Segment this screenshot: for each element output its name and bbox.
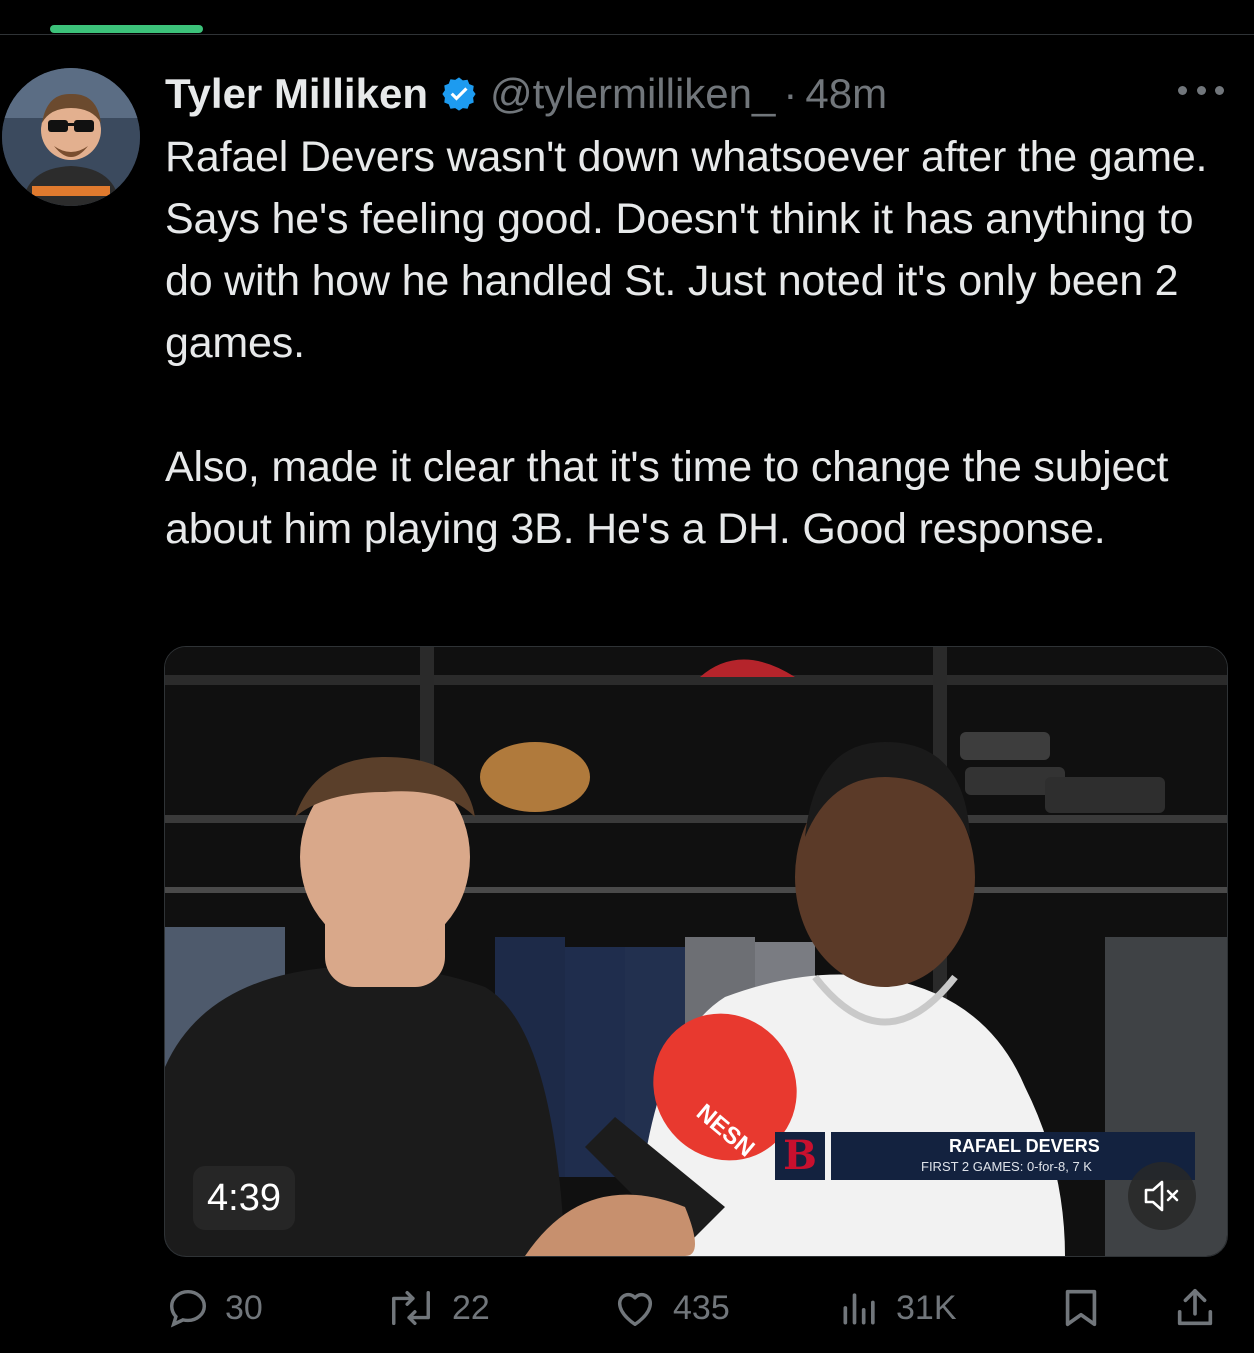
like-button[interactable]: 435 <box>611 1276 730 1340</box>
avatar-image <box>2 68 140 206</box>
team-logo: B <box>775 1132 825 1180</box>
reply-count: 30 <box>225 1288 263 1327</box>
mute-icon <box>1144 1180 1179 1212</box>
repost-button[interactable]: 22 <box>384 1276 490 1340</box>
bookmark-button[interactable] <box>1058 1276 1118 1340</box>
verified-badge-icon <box>440 75 478 113</box>
author-handle[interactable]: @tylermilliken_ <box>490 70 775 118</box>
repost-count: 22 <box>452 1288 490 1327</box>
tweet-header: Tyler Milliken @tylermilliken_ · 48m <box>165 66 887 122</box>
top-divider <box>0 34 1254 35</box>
bookmark-icon <box>1065 1289 1097 1327</box>
avatar[interactable] <box>2 68 140 206</box>
views-button[interactable]: 31K <box>838 1276 957 1340</box>
player-stat-line: FIRST 2 GAMES: 0-for-8, 7 K <box>921 1159 1092 1174</box>
reply-button[interactable]: 30 <box>165 1276 263 1340</box>
author-name[interactable]: Tyler Milliken <box>165 70 428 118</box>
video-player[interactable]: NESN B RAFAEL DEVERS FIRST 2 GAMES: 0-fo… <box>164 646 1228 1257</box>
view-count: 31K <box>896 1288 957 1327</box>
loading-progress-bar <box>50 25 203 33</box>
action-bar: 30 22 435 31K <box>0 1276 1254 1340</box>
mute-button[interactable] <box>1128 1162 1196 1230</box>
lower-third: B RAFAEL DEVERS FIRST 2 GAMES: 0-for-8, … <box>775 1132 1195 1180</box>
video-duration: 4:39 <box>193 1166 295 1230</box>
separator-dot: · <box>783 70 798 117</box>
views-icon <box>843 1293 875 1325</box>
share-button[interactable] <box>1172 1276 1232 1340</box>
tweet-text: Rafael Devers wasn't down whatsoever aft… <box>165 133 1208 553</box>
more-icon[interactable] <box>1178 78 1224 102</box>
like-icon <box>617 1292 653 1327</box>
like-count: 435 <box>673 1288 730 1327</box>
player-name: RAFAEL DEVERS <box>949 1136 1100 1156</box>
tweet-timestamp[interactable]: 48m <box>805 70 887 118</box>
reply-icon <box>169 1289 207 1328</box>
share-icon <box>1177 1288 1213 1326</box>
repost-icon <box>392 1290 430 1326</box>
